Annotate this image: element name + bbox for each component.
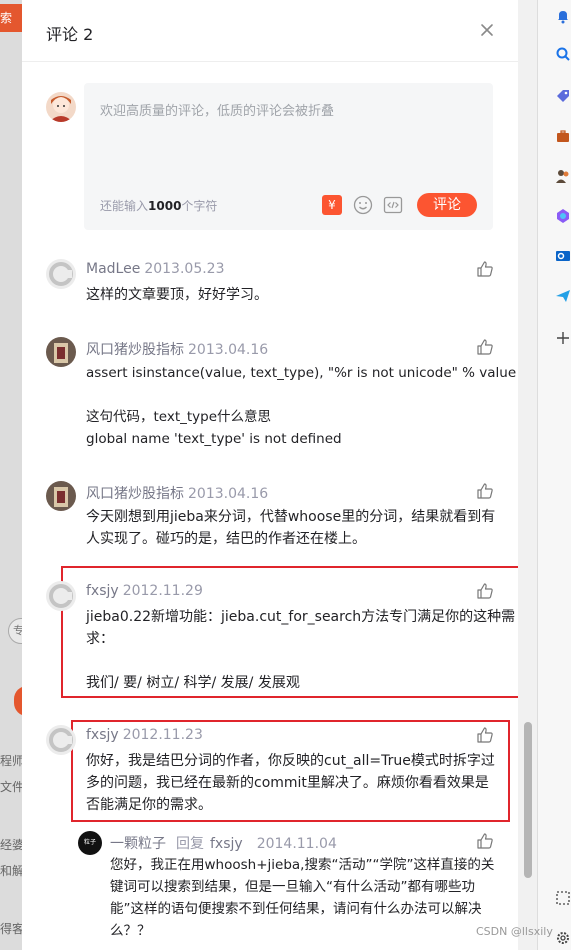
comment-meta: 风口猪炒股指标 2013.04.16 (86, 483, 268, 503)
tag-icon[interactable] (555, 88, 571, 104)
reply-word: 回复 (176, 836, 204, 852)
commenter-name[interactable]: 风口猪炒股指标 (86, 486, 184, 502)
like-icon[interactable] (476, 482, 494, 500)
commenter-name[interactable]: 风口猪炒股指标 (86, 342, 184, 358)
reply-line: 么？？ (110, 923, 151, 939)
comment-line: 人实现了。碰巧的是，结巴的作者还在楼上。 (86, 531, 366, 547)
comment-line: 这句代码，text_type什么意思 (86, 409, 272, 425)
bell-icon[interactable] (555, 8, 571, 24)
background-snippet: 和解 (0, 864, 22, 878)
comment-date: 2012.11.29 (122, 583, 203, 599)
background-snippet: 经婆 (0, 838, 22, 852)
emoji-icon[interactable] (352, 194, 374, 216)
reward-icon[interactable]: ¥ (322, 195, 342, 215)
commenter-avatar (46, 337, 76, 367)
like-icon[interactable] (476, 582, 494, 600)
close-icon[interactable] (478, 21, 496, 39)
char-count-prefix: 还能输入 (100, 199, 149, 213)
commenter-name[interactable]: MadLee (86, 261, 140, 277)
char-count-suffix: 个字符 (181, 199, 218, 213)
comment-date: 2013.05.23 (144, 261, 225, 277)
comment-date: 2012.11.23 (122, 727, 203, 743)
comment-line: 多的问题，我已经在最新的commit里解决了。麻烦你看看效果是 (86, 775, 489, 791)
like-icon[interactable] (476, 726, 494, 744)
screenshot-icon[interactable] (555, 890, 571, 906)
commenter-avatar (46, 259, 76, 289)
background-pill: 专 (8, 618, 22, 644)
comment-meta: 风口猪炒股指标 2013.04.16 (86, 339, 268, 359)
comment-text: assert isinstance(value, text_type), "%r… (86, 362, 516, 450)
commenter-avatar (46, 481, 76, 511)
comment-line: 否能满足你的需求。 (86, 797, 212, 813)
commenter-name[interactable]: fxsjy (86, 727, 119, 743)
submit-comment-button[interactable]: 评论 (417, 193, 477, 217)
gear-icon[interactable] (555, 930, 571, 946)
background-red-button (14, 686, 22, 716)
comment-line: 今天刚想到用jieba来分词，代替whoose里的分词，结果就看到有 (86, 509, 496, 525)
reply-target[interactable]: fxsjy (210, 836, 243, 852)
comment-line: 我们/ 要/ 树立/ 科学/ 发展/ 发展观 (86, 675, 300, 691)
comment-line: 这样的文章要顶，好好学习。 (86, 287, 268, 303)
send-icon[interactable] (555, 288, 571, 304)
char-count-value: 1000 (148, 199, 182, 213)
commenter-avatar (46, 725, 76, 755)
search-icon[interactable] (555, 46, 571, 62)
char-count: 还能输入1000个字符 (100, 197, 217, 214)
comment-text: jieba0.22新增功能：jieba.cut_for_search方法专门满足… (86, 606, 515, 694)
panel-header: 评论 2 (22, 0, 518, 62)
code-icon[interactable] (382, 194, 404, 216)
comment-text: 你好，我是结巴分词的作者，你反映的cut_all=True模式时拆字过 多的问题… (86, 750, 495, 816)
like-icon[interactable] (476, 338, 494, 356)
reply-meta: 一颗粒子 回复 fxsjy 2014.11.04 (110, 833, 337, 853)
comment-panel: 评论 2 欢迎高质量的评论，低质的评论会被折叠 还能输入1000个字符 ¥ 评论 (22, 0, 520, 950)
like-icon[interactable] (476, 260, 494, 278)
outlook-icon[interactable] (555, 248, 571, 264)
comment-line: assert isinstance(value, text_type), "%r… (86, 365, 517, 381)
comment-date: 2013.04.16 (188, 486, 269, 502)
comment-blank-line (86, 650, 515, 672)
like-icon[interactable] (476, 832, 494, 850)
reply-date: 2014.11.04 (256, 836, 337, 852)
reply-author[interactable]: 一颗粒子 (110, 836, 166, 852)
comment-input-placeholder[interactable]: 欢迎高质量的评论，低质的评论会被折叠 (100, 100, 334, 119)
comment-meta: fxsjy 2012.11.23 (86, 727, 203, 743)
comment-text: 今天刚想到用jieba来分词，代替whoose里的分词，结果就看到有 人实现了。… (86, 506, 495, 550)
background-page: 索 专 程师 文件 经婆 和解 得客 (0, 0, 22, 950)
briefcase-icon[interactable] (555, 128, 571, 144)
commenter-name[interactable]: fxsjy (86, 583, 119, 599)
commenter-avatar (46, 581, 76, 611)
background-tag: 索 (0, 4, 22, 32)
comment-meta: MadLee 2013.05.23 (86, 261, 225, 277)
comment-line: global name 'text_type' is not defined (86, 431, 342, 447)
people-icon[interactable] (555, 168, 571, 184)
reply-line: 您好，我正在用whoosh+jieba,搜索“活动”“学院”这样直接的关 (110, 857, 495, 873)
reply-line: 键词可以搜索到结果，但是一旦输入“有什么活动”都有哪些功 (110, 879, 475, 895)
background-snippet: 程师 (0, 754, 22, 768)
comment-line: jieba0.22新增功能：jieba.cut_for_search方法专门满足… (86, 609, 516, 625)
panel-title: 评论 2 (46, 25, 94, 44)
reply-text: 您好，我正在用whoosh+jieba,搜索“活动”“学院”这样直接的关 键词可… (110, 854, 494, 942)
reply-avatar: 粒子 (78, 831, 102, 855)
comment-line: 求： (86, 631, 114, 647)
background-snippet: 得客 (0, 922, 22, 936)
copilot-icon[interactable] (555, 208, 571, 224)
background-snippet: 文件 (0, 780, 22, 794)
add-icon[interactable] (555, 330, 571, 346)
comment-blank-line (86, 384, 516, 406)
current-user-avatar (46, 92, 76, 122)
watermark: CSDN @llsxily (476, 925, 553, 938)
scrollbar-thumb[interactable] (524, 722, 532, 878)
comment-text: 这样的文章要顶，好好学习。 (86, 284, 268, 306)
comment-date: 2013.04.16 (188, 342, 269, 358)
reply-line: 能”这样的语句便搜索不到任何结果，请问有什么办法可以解决 (110, 901, 482, 917)
comment-editor[interactable]: 欢迎高质量的评论，低质的评论会被折叠 还能输入1000个字符 ¥ 评论 (84, 83, 493, 230)
comment-meta: fxsjy 2012.11.29 (86, 583, 203, 599)
comment-line: 你好，我是结巴分词的作者，你反映的cut_all=True模式时拆字过 (86, 753, 495, 769)
